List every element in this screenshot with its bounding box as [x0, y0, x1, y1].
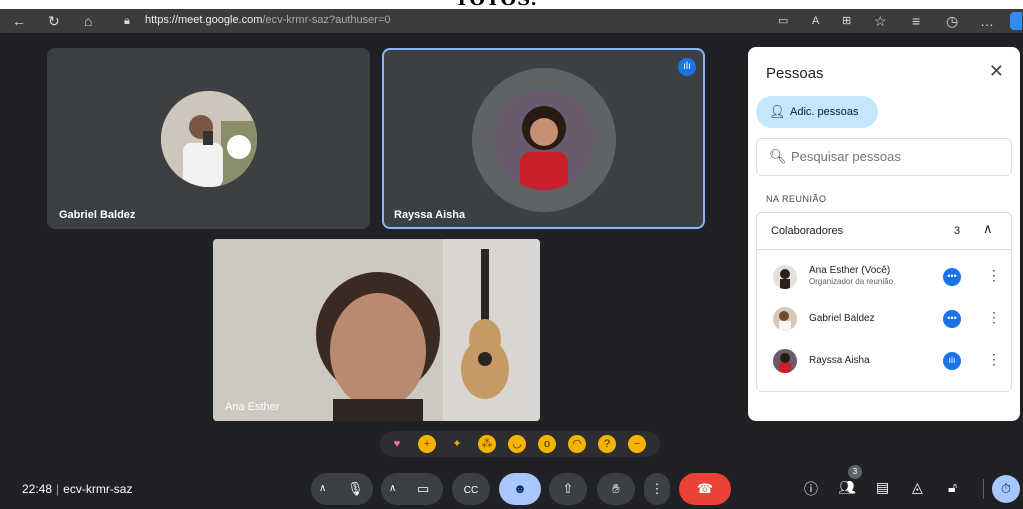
browser-toolbar: ← ↻ ⌂ 🔒︎ https://meet.google.com/ecv-krm… — [0, 9, 1023, 33]
crying-face-icon[interactable]: ◠ — [568, 435, 586, 453]
lock-icon[interactable]: 🔒︎ — [124, 12, 130, 30]
host-controls-icon[interactable]: 🔓︎ — [948, 479, 957, 496]
camera-icon: ▭ — [417, 481, 430, 496]
camera-button[interactable]: ∧ ▭ — [381, 473, 443, 505]
contributors-header[interactable]: Colaboradores 3 ∧ — [757, 213, 1011, 250]
list-item: Rayssa Aisha ılı ⋮ — [757, 341, 1011, 381]
chat-icon[interactable]: ▤ — [876, 479, 889, 496]
more-icon[interactable]: … — [980, 12, 994, 30]
video-tile-self[interactable]: Ana Esther — [213, 239, 540, 421]
end-call-button[interactable]: ☎︎ — [679, 473, 731, 505]
address-bar[interactable]: https://meet.google.com/ecv-krmr-saz?aut… — [145, 14, 390, 26]
meeting-info: 22:48 | ecv-krmr-saz — [22, 482, 133, 496]
search-icon: 🔍︎ — [769, 148, 787, 164]
home-icon[interactable]: ⌂ — [84, 12, 92, 30]
video-tile-gabriel[interactable]: Gabriel Baldez — [47, 48, 370, 229]
thumbs-up-icon[interactable]: + — [418, 435, 436, 453]
present-button[interactable]: ⇧ — [549, 473, 587, 505]
kebab-menu-icon[interactable]: ⋮ — [987, 351, 1001, 368]
more-options-button[interactable]: ⋮ — [644, 473, 670, 505]
browser-window: ← ↻ ⌂ 🔒︎ https://meet.google.com/ecv-krm… — [0, 9, 1023, 509]
captions-icon: CC — [463, 485, 479, 496]
panel-title: Pessoas — [766, 65, 824, 82]
tears-of-joy-icon[interactable]: ◡ — [508, 435, 526, 453]
reactions-button[interactable]: ☻ — [499, 473, 541, 505]
add-person-icon: 👤︎ — [769, 104, 786, 119]
avatar — [494, 90, 594, 190]
read-aloud-icon[interactable]: A — [812, 12, 819, 30]
section-label: NA REUNIÃO — [766, 194, 827, 204]
raise-hand-button[interactable]: ✋︎ — [597, 473, 635, 505]
emoji-icon: ☻ — [513, 481, 527, 496]
list-item: Ana Esther (Você) Organizador da reunião… — [757, 257, 1011, 297]
favorites-icon[interactable]: ≡ — [912, 12, 920, 30]
video-tile-rayssa[interactable]: ılı Rayssa Aisha — [382, 48, 705, 229]
cast-icon[interactable]: ▭ — [778, 12, 788, 30]
thumbs-down-icon[interactable]: − — [628, 435, 646, 453]
timer-icon: ⏱︎ — [1000, 481, 1012, 496]
avatar — [773, 307, 797, 331]
chevron-up-icon[interactable]: ∧ — [983, 221, 993, 237]
contributors-count: 3 — [954, 225, 961, 237]
clapping-hands-icon[interactable]: ⁂ — [478, 435, 496, 453]
tile-name: Gabriel Baldez — [59, 209, 136, 221]
surprised-face-icon[interactable]: o — [538, 435, 556, 453]
phone-hangup-icon: ☎︎ — [696, 481, 714, 496]
info-icon[interactable]: ⓘ — [804, 479, 818, 499]
reactions-bar: ♥ + ✦ ⁂ ◡ o ◠ ? − — [380, 431, 660, 457]
people-icon[interactable]: 👥︎ — [838, 479, 856, 496]
avatar — [773, 349, 797, 373]
tile-name: Rayssa Aisha — [394, 209, 466, 221]
chevron-up-icon[interactable]: ∧ — [319, 473, 326, 505]
divider — [983, 479, 984, 499]
kebab-menu-icon: ⋮ — [650, 481, 664, 496]
contributors-group: Colaboradores 3 ∧ Ana Esther (Você) Orga… — [756, 212, 1012, 392]
page-caption: TOTOS. — [0, 0, 1023, 9]
add-people-button[interactable]: 👤︎ Adic. pessoas — [756, 96, 878, 128]
chevron-up-icon[interactable]: ∧ — [389, 473, 396, 505]
thinking-face-icon[interactable]: ? — [598, 435, 616, 453]
search-input[interactable] — [789, 148, 993, 165]
refresh-icon[interactable]: ↻ — [48, 12, 60, 30]
captions-button[interactable]: CC — [452, 473, 490, 505]
timer-button[interactable]: ⏱︎ — [992, 475, 1020, 503]
mic-icon: 🎙︎ — [347, 481, 364, 496]
mic-button[interactable]: ∧ 🎙︎ — [311, 473, 373, 505]
more-options-icon[interactable]: ••• — [943, 310, 961, 328]
avatar — [161, 91, 257, 187]
list-item: Gabriel Baldez ••• ⋮ — [757, 299, 1011, 339]
speaking-icon: ılı — [678, 58, 696, 76]
present-icon: ⇧ — [562, 481, 574, 496]
speaking-icon: ılı — [943, 352, 961, 370]
people-count-badge: 3 — [848, 465, 862, 479]
extension-icon[interactable]: ⊞ — [842, 12, 851, 30]
activities-icon[interactable]: ◬ — [912, 479, 923, 496]
sparkling-heart-icon[interactable]: ♥ — [388, 435, 406, 453]
search-box[interactable]: 🔍︎ — [756, 138, 1012, 176]
avatar — [773, 265, 797, 289]
close-icon[interactable]: ✕ — [989, 61, 1004, 82]
kebab-menu-icon[interactable]: ⋮ — [987, 309, 1001, 326]
back-icon[interactable]: ← — [12, 12, 26, 30]
tile-name: Ana Esther — [225, 401, 280, 413]
kebab-menu-icon[interactable]: ⋮ — [987, 267, 1001, 284]
people-panel: Pessoas ✕ 👤︎ Adic. pessoas 🔍︎ NA REUNIÃO… — [748, 47, 1020, 421]
camera-feed — [213, 239, 540, 421]
copilot-icon[interactable] — [1010, 12, 1022, 30]
party-popper-icon[interactable]: ✦ — [448, 435, 466, 453]
star-icon[interactable]: ☆ — [874, 12, 887, 30]
meeting-controls: 22:48 | ecv-krmr-saz ∧ 🎙︎ ∧ ▭ CC ☻ ⇧ ✋︎ ⋮ … — [0, 465, 1023, 509]
hand-icon: ✋︎ — [612, 481, 620, 496]
history-icon[interactable]: ◷ — [946, 12, 958, 30]
more-options-icon[interactable]: ••• — [943, 268, 961, 286]
